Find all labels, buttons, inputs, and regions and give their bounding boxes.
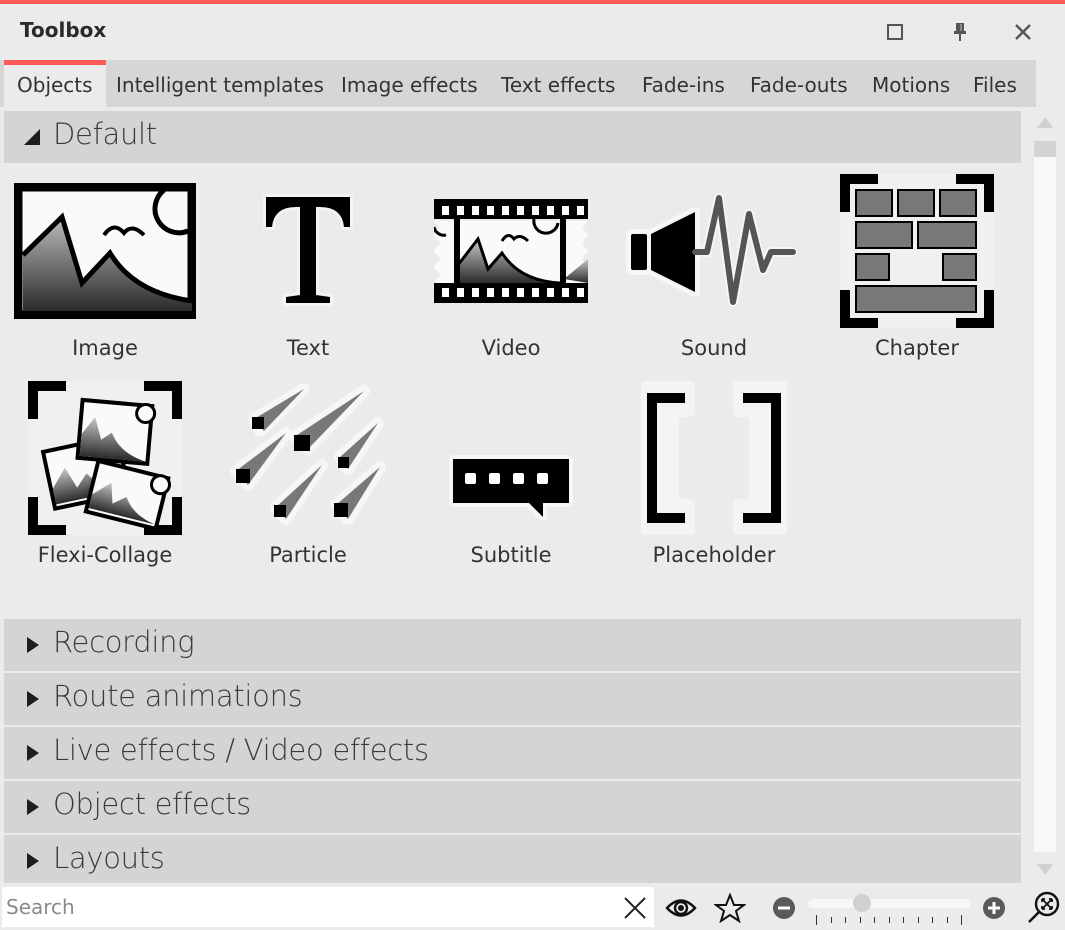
tab-text-effects[interactable]: Text effects	[488, 60, 628, 107]
vertical-scrollbar[interactable]	[1027, 111, 1063, 883]
tab-bar: Objects Intelligent templates Image effe…	[0, 60, 1036, 107]
flexi-collage-icon	[5, 378, 205, 538]
section-live-effects-label: Live effects / Video effects	[53, 733, 429, 767]
favorites-button[interactable]	[712, 890, 748, 926]
collapsed-triangle-icon	[27, 799, 39, 815]
object-particle[interactable]: Particle	[208, 378, 408, 578]
collapsed-triangle-icon	[27, 637, 39, 653]
zoom-in-icon	[983, 897, 1005, 919]
object-text-label: Text	[286, 336, 330, 360]
zoom-out-icon	[773, 897, 795, 919]
search-box	[2, 887, 654, 927]
object-placeholder[interactable]: Placeholder	[614, 378, 814, 578]
tab-motions[interactable]: Motions	[859, 60, 963, 107]
fit-zoom-button[interactable]	[1026, 890, 1062, 926]
collapsed-triangle-icon	[27, 745, 39, 761]
sound-icon	[614, 171, 814, 331]
scroll-thumb[interactable]	[1034, 141, 1056, 157]
scroll-up-arrow[interactable]	[1037, 117, 1053, 128]
section-default-header[interactable]: Default	[4, 111, 1021, 163]
tab-image-effects[interactable]: Image effects	[328, 60, 491, 107]
object-flexi-collage-label: Flexi-Collage	[37, 543, 173, 567]
section-layouts-header[interactable]: Layouts	[4, 835, 1021, 883]
object-video[interactable]: Video	[411, 171, 611, 371]
text-icon	[208, 171, 408, 331]
pin-button[interactable]	[942, 14, 978, 50]
object-sound[interactable]: Sound	[614, 171, 814, 371]
object-placeholder-label: Placeholder	[652, 543, 776, 567]
zoom-slider-track[interactable]	[808, 899, 971, 908]
object-image-label: Image	[72, 336, 138, 360]
zoom-in-button[interactable]	[976, 890, 1012, 926]
visibility-button[interactable]	[663, 890, 699, 926]
collapsed-triangle-icon	[27, 853, 39, 869]
toolbox-content: Default Image Text Video Sound Chapter F…	[4, 111, 1021, 883]
image-icon	[5, 171, 205, 331]
tab-objects[interactable]: Objects	[4, 60, 106, 107]
object-subtitle-label: Subtitle	[470, 543, 552, 567]
toolbox-window: Toolbox Objects Intelligent templates Im…	[0, 0, 1065, 930]
zoom-out-button[interactable]	[766, 890, 802, 926]
object-chapter-label: Chapter	[875, 336, 959, 360]
zoom-slider-ticks	[816, 914, 966, 926]
section-object-effects-label: Object effects	[53, 787, 251, 821]
video-icon	[411, 171, 611, 331]
section-recording-label: Recording	[53, 625, 195, 659]
tab-intelligent-templates[interactable]: Intelligent templates	[103, 60, 337, 107]
object-particle-label: Particle	[269, 543, 347, 567]
section-live-effects-header[interactable]: Live effects / Video effects	[4, 727, 1021, 779]
tab-fade-ins[interactable]: Fade-ins	[629, 60, 738, 107]
object-image[interactable]: Image	[5, 171, 205, 371]
scroll-track[interactable]	[1034, 157, 1056, 852]
object-video-label: Video	[481, 336, 541, 360]
expanded-triangle-icon	[24, 129, 40, 145]
bottom-toolbar	[0, 886, 1065, 930]
clear-icon[interactable]	[622, 895, 648, 921]
section-recording-header[interactable]: Recording	[4, 619, 1021, 671]
star-icon	[714, 893, 746, 923]
title-bar: Toolbox	[0, 4, 1065, 60]
section-object-effects-header[interactable]: Object effects	[4, 781, 1021, 833]
maximize-icon	[887, 24, 903, 40]
section-default-label: Default	[53, 117, 157, 151]
window-title: Toolbox	[20, 18, 107, 42]
object-subtitle[interactable]: Subtitle	[411, 378, 611, 578]
tab-files[interactable]: Files	[960, 60, 1030, 107]
object-text[interactable]: Text	[208, 171, 408, 371]
collapsed-triangle-icon	[27, 691, 39, 707]
section-route-animations-label: Route animations	[53, 679, 303, 713]
subtitle-icon	[411, 378, 611, 538]
object-chapter[interactable]: Chapter	[817, 171, 1017, 371]
pin-icon	[954, 23, 966, 41]
zoom-slider-thumb[interactable]	[852, 894, 871, 912]
placeholder-icon	[614, 378, 814, 538]
particle-icon	[208, 378, 408, 538]
chapter-icon	[817, 171, 1017, 331]
tab-fade-outs[interactable]: Fade-outs	[737, 60, 861, 107]
close-button[interactable]	[1005, 14, 1041, 50]
object-flexi-collage[interactable]: Flexi-Collage	[5, 378, 205, 578]
fit-zoom-icon	[1028, 891, 1060, 923]
section-route-animations-header[interactable]: Route animations	[4, 673, 1021, 725]
section-layouts-label: Layouts	[53, 841, 165, 875]
close-icon	[1015, 24, 1031, 40]
scroll-down-arrow[interactable]	[1037, 864, 1053, 875]
object-sound-label: Sound	[680, 336, 748, 360]
eye-icon	[665, 899, 697, 917]
search-input[interactable]	[2, 887, 612, 927]
maximize-button[interactable]	[877, 14, 913, 50]
